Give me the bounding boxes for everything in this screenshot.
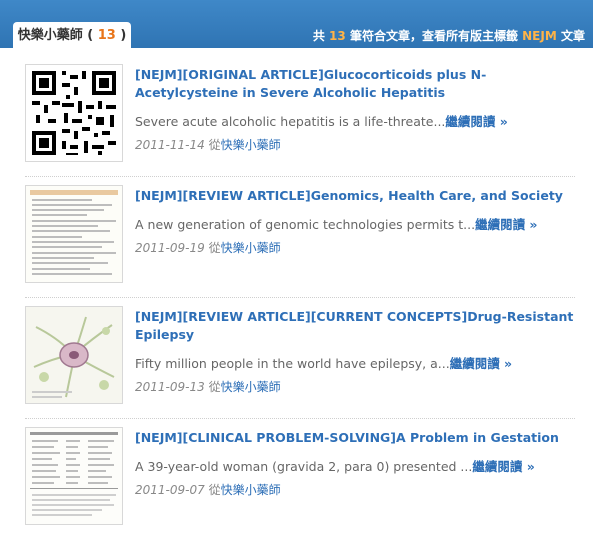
- article-date: 2011-09-19: [135, 241, 205, 255]
- list-item: [NEJM][CLINICAL PROBLEM-SOLVING]A Proble…: [25, 419, 575, 539]
- from-label: 從: [208, 483, 221, 497]
- read-more-link[interactable]: 繼續閱讀 »: [472, 459, 534, 474]
- article-excerpt: A 39-year-old woman (gravida 2, para 0) …: [135, 456, 575, 475]
- article-content: [NEJM][CLINICAL PROBLEM-SOLVING]A Proble…: [135, 429, 575, 498]
- article-meta: 2011-09-07 從快樂小藥師: [135, 481, 575, 498]
- author-link[interactable]: 快樂小藥師: [221, 380, 281, 394]
- article-date: 2011-09-07: [135, 483, 205, 497]
- summary-suffix: 文章: [560, 29, 585, 43]
- article-title-link[interactable]: [NEJM][CLINICAL PROBLEM-SOLVING]A Proble…: [135, 429, 575, 447]
- article-meta: 2011-09-19 從快樂小藥師: [135, 239, 575, 256]
- author-link[interactable]: 快樂小藥師: [221, 138, 281, 152]
- list-item: [NEJM][REVIEW ARTICLE]Genomics, Health C…: [25, 177, 575, 298]
- qr-code-icon[interactable]: [25, 64, 123, 162]
- read-more-link[interactable]: 繼續閱讀 »: [445, 114, 507, 129]
- article-meta: 2011-09-13 從快樂小藥師: [135, 378, 575, 395]
- tab-count: 13: [97, 28, 116, 43]
- article-meta: 2011-11-14 從快樂小藥師: [135, 136, 575, 153]
- summary-middle: 筆符合文章，查看所有版主標籤: [349, 29, 518, 43]
- from-label: 從: [208, 138, 221, 152]
- article-excerpt: Fifty million people in the world have e…: [135, 353, 575, 372]
- from-label: 從: [208, 380, 221, 394]
- article-excerpt: A new generation of genomic technologies…: [135, 214, 575, 233]
- summary-count: 13: [329, 29, 346, 43]
- article-title-link[interactable]: [NEJM][ORIGINAL ARTICLE]Glucocorticoids …: [135, 66, 575, 102]
- article-content: [NEJM][REVIEW ARTICLE]Genomics, Health C…: [135, 187, 575, 256]
- list-item: [NEJM][REVIEW ARTICLE][CURRENT CONCEPTS]…: [25, 298, 575, 419]
- article-title-link[interactable]: [NEJM][REVIEW ARTICLE]Genomics, Health C…: [135, 187, 575, 205]
- article-list: [NEJM][ORIGINAL ARTICLE]Glucocorticoids …: [25, 56, 575, 539]
- document-table-icon[interactable]: [25, 185, 123, 283]
- tab-paren-close: ): [115, 28, 127, 43]
- neuron-illustration-icon[interactable]: [25, 306, 123, 404]
- excerpt-text: A 39-year-old woman (gravida 2, para 0) …: [135, 459, 473, 474]
- summary-prefix: 共: [312, 29, 325, 43]
- summary-tag-link[interactable]: NEJM: [522, 29, 557, 43]
- lab-values-table-icon[interactable]: [25, 427, 123, 525]
- excerpt-text: Severe acute alcoholic hepatitis is a li…: [135, 114, 446, 129]
- summary-text: 共 13 筆符合文章，查看所有版主標籤 NEJM 文章: [313, 27, 585, 44]
- author-link[interactable]: 快樂小藥師: [221, 483, 281, 497]
- article-content: [NEJM][ORIGINAL ARTICLE]Glucocorticoids …: [135, 66, 575, 153]
- article-content: [NEJM][REVIEW ARTICLE][CURRENT CONCEPTS]…: [135, 308, 575, 395]
- tab-author[interactable]: 快樂小藥師 ( 13 ): [13, 22, 131, 50]
- excerpt-text: A new generation of genomic technologies…: [135, 217, 476, 232]
- list-item: [NEJM][ORIGINAL ARTICLE]Glucocorticoids …: [25, 56, 575, 177]
- read-more-link[interactable]: 繼續閱讀 »: [450, 356, 512, 371]
- tab-label: 快樂小藥師: [17, 28, 83, 43]
- header-bar: 快樂小藥師 ( 13 ) 共 13 筆符合文章，查看所有版主標籤 NEJM 文章: [0, 0, 593, 50]
- excerpt-text: Fifty million people in the world have e…: [135, 356, 450, 371]
- read-more-link[interactable]: 繼續閱讀 »: [475, 217, 537, 232]
- article-excerpt: Severe acute alcoholic hepatitis is a li…: [135, 111, 575, 130]
- article-title-link[interactable]: [NEJM][REVIEW ARTICLE][CURRENT CONCEPTS]…: [135, 308, 575, 344]
- author-link[interactable]: 快樂小藥師: [221, 241, 281, 255]
- from-label: 從: [208, 241, 221, 255]
- article-date: 2011-09-13: [135, 380, 205, 394]
- article-date: 2011-11-14: [135, 138, 205, 152]
- tab-paren-open: (: [87, 28, 98, 43]
